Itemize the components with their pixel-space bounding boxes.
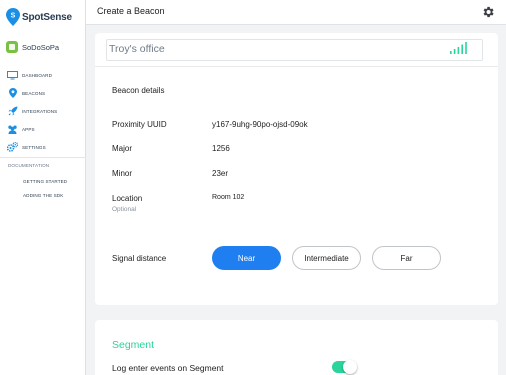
signal-near-button[interactable]: Near xyxy=(212,246,281,270)
sidebar-nav: DASHBOARD BEACONS INTEGRATIONS APPS SETT… xyxy=(0,66,86,156)
org-switcher[interactable]: SoDoSoPa xyxy=(6,41,59,53)
gear-icon[interactable] xyxy=(481,5,495,19)
app-logo[interactable]: S SpotSense xyxy=(6,8,72,26)
gears-icon xyxy=(7,142,18,152)
location-value[interactable]: Room 102 xyxy=(212,194,244,201)
segment-card: Segment Log enter events on Segment xyxy=(95,320,498,375)
org-name: SoDoSoPa xyxy=(22,42,60,52)
app-name: SpotSense xyxy=(22,11,72,23)
beacon-name-value: Troy's office xyxy=(109,43,165,55)
users-icon xyxy=(7,124,18,134)
doc-link-adding-sdk[interactable]: ADDING THE SDK xyxy=(23,193,63,198)
sidebar-item-apps[interactable]: APPS xyxy=(0,120,86,138)
log-enter-toggle[interactable] xyxy=(332,360,357,374)
sidebar-item-label: APPS xyxy=(22,126,35,132)
svg-text:S: S xyxy=(11,13,16,20)
sidebar-item-beacons[interactable]: BEACONS xyxy=(0,84,86,102)
spotsense-logo-icon: S xyxy=(6,8,20,26)
toggle-knob xyxy=(343,360,357,374)
uuid-value[interactable]: y167-9uhg-90po-ojsd-09ok xyxy=(212,120,308,129)
header: Create a Beacon xyxy=(86,0,506,25)
location-label: Location xyxy=(112,194,143,203)
minor-value[interactable]: 23er xyxy=(212,169,228,178)
log-enter-label: Log enter events on Segment xyxy=(112,363,224,373)
signal-strength-icon xyxy=(450,42,467,54)
card-divider xyxy=(95,66,498,67)
sidebar-item-settings[interactable]: SETTINGS xyxy=(0,138,86,156)
page-title: Create a Beacon xyxy=(97,6,165,16)
documentation-heading: DOCUMENTATION xyxy=(8,163,50,168)
sidebar: S SpotSense SoDoSoPa DASHBOARD BEACONS I… xyxy=(0,0,86,375)
major-label: Major xyxy=(112,144,133,153)
monitor-icon xyxy=(7,70,18,80)
beacon-details-heading: Beacon details xyxy=(112,86,165,95)
sidebar-item-integrations[interactable]: INTEGRATIONS xyxy=(0,102,86,120)
sidebar-divider xyxy=(0,157,86,158)
segment-heading: Segment xyxy=(112,339,155,351)
sidebar-item-label: DASHBOARD xyxy=(22,72,52,78)
major-value[interactable]: 1256 xyxy=(212,144,230,153)
minor-label: Minor xyxy=(112,169,133,178)
uuid-label: Proximity UUID xyxy=(112,120,167,129)
signal-far-button[interactable]: Far xyxy=(372,246,441,270)
beacon-form-card: Troy's office Beacon details Proximity U… xyxy=(95,33,498,305)
location-pin-icon xyxy=(7,88,18,98)
location-optional-hint: Optional xyxy=(112,206,137,213)
rocket-icon xyxy=(7,106,18,116)
sidebar-item-dashboard[interactable]: DASHBOARD xyxy=(0,66,86,84)
sidebar-item-label: SETTINGS xyxy=(22,144,46,150)
sidebar-item-label: BEACONS xyxy=(22,90,46,96)
doc-link-getting-started[interactable]: GETTING STARTED xyxy=(23,179,67,184)
org-icon xyxy=(6,41,18,53)
sidebar-item-label: INTEGRATIONS xyxy=(22,108,58,114)
signal-intermediate-button[interactable]: Intermediate xyxy=(292,246,361,270)
signal-distance-label: Signal distance xyxy=(112,254,167,263)
